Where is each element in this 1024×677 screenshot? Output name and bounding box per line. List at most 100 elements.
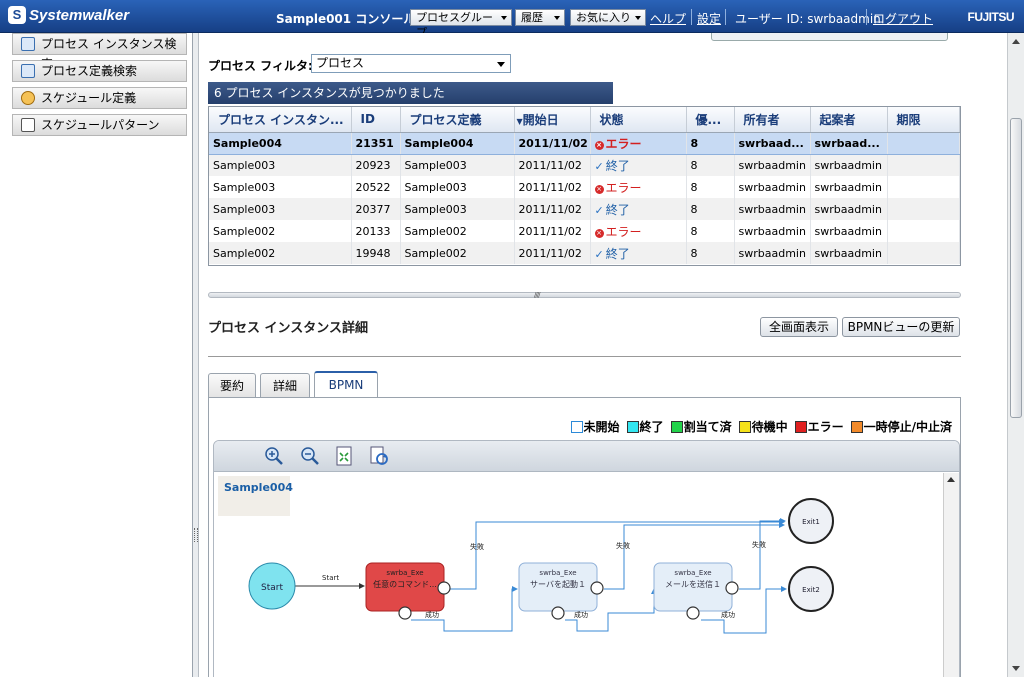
zoom-out-icon[interactable] bbox=[300, 446, 320, 466]
process-group-menu[interactable]: プロセスグループ bbox=[410, 9, 512, 39]
table-row[interactable]: Sample002 19948 Sample002 2011/11/02 ✓ 終了 8 swr… bbox=[209, 242, 960, 264]
history-menu[interactable]: 履歴 bbox=[515, 9, 565, 26]
fit-page-icon[interactable] bbox=[334, 446, 354, 466]
error-icon: × bbox=[594, 228, 604, 238]
bpmn-task-2[interactable]: swrba_Exe サーバを起動１ bbox=[518, 562, 604, 620]
refresh-bpmn-button[interactable]: BPMNビューの更新 bbox=[842, 317, 960, 337]
cell-owner: swrbaadmin bbox=[734, 198, 811, 220]
top-header: S Systemwalker Sample001 コンソール プロセスグループ … bbox=[0, 0, 1024, 39]
scroll-up-icon[interactable] bbox=[947, 477, 955, 482]
check-icon: ✓ bbox=[594, 247, 604, 261]
column-header-instance-name[interactable]: プロセス インスタン... bbox=[209, 107, 352, 133]
refresh-view-icon[interactable] bbox=[369, 446, 389, 466]
column-header-deadline[interactable]: 期限 bbox=[887, 107, 960, 133]
tab-bpmn[interactable]: BPMN bbox=[314, 371, 378, 398]
divider bbox=[208, 356, 961, 357]
favorites-menu[interactable]: お気に入り bbox=[570, 9, 646, 26]
bpmn-vertical-scrollbar[interactable] bbox=[943, 473, 959, 677]
scroll-thumb[interactable] bbox=[1010, 118, 1022, 418]
cell-start-date: 2011/11/02 bbox=[514, 131, 591, 155]
bpmn-exit1-event[interactable]: Exit1 bbox=[788, 498, 834, 544]
legend-label: 待機中 bbox=[751, 420, 788, 434]
status-text: エラー bbox=[605, 180, 642, 195]
page-vertical-scrollbar[interactable] bbox=[1007, 33, 1024, 677]
scroll-up-icon[interactable] bbox=[1012, 39, 1020, 44]
task-type-label: swrba_Exe bbox=[674, 569, 711, 577]
legend-swatch bbox=[626, 420, 639, 433]
cell-priority: 8 bbox=[686, 131, 735, 155]
status-text: 終了 bbox=[605, 158, 630, 173]
cell-status: ✓ 終了 bbox=[590, 198, 687, 220]
column-header-status[interactable]: 状態 bbox=[590, 107, 687, 133]
cell-initiator: swrbaadmin bbox=[810, 176, 888, 198]
left-sidebar: プロセス インスタンス検索 プロセス定義検索 スケジュール定義 スケジュールパタ… bbox=[0, 33, 193, 677]
settings-link[interactable]: 設定 bbox=[697, 10, 721, 27]
status-text: 終了 bbox=[605, 246, 630, 261]
cell-status: ✓ 終了 bbox=[590, 154, 687, 176]
cell-start-date: 2011/11/02 bbox=[514, 242, 591, 264]
table-row[interactable]: Sample002 20133 Sample002 2011/11/02 × エラー 8 sw… bbox=[209, 220, 960, 242]
cell-status: × エラー bbox=[590, 220, 687, 242]
table-row[interactable]: Sample003 20377 Sample003 2011/11/02 ✓ 終了 8 swr… bbox=[209, 198, 960, 220]
sidebar-item-instance-search[interactable]: プロセス インスタンス検索 bbox=[12, 33, 187, 71]
scroll-down-icon[interactable] bbox=[1012, 666, 1020, 671]
bpmn-viewer: Sample004 Start Start swrba_Exe 任意のコマンド.… bbox=[213, 440, 960, 677]
cell-start-date: 2011/11/02 bbox=[514, 220, 591, 242]
cell-initiator: swrbaad... bbox=[810, 131, 888, 155]
table-row[interactable]: Sample004 21351 Sample004 2011/11/02 × エラー 8 sw… bbox=[209, 131, 960, 155]
zoom-in-icon[interactable] bbox=[264, 446, 284, 466]
process-filter-select[interactable]: プロセス bbox=[311, 54, 511, 73]
column-header-process-definition[interactable]: プロセス定義 bbox=[400, 107, 515, 133]
sidebar-item-schedule-definition[interactable]: スケジュール定義 bbox=[12, 87, 187, 109]
cell-start-date: 2011/11/02 bbox=[514, 198, 591, 220]
column-header-owner[interactable]: 所有者 bbox=[734, 107, 811, 133]
legend-label: 割当て済 bbox=[683, 420, 732, 434]
header-separator bbox=[691, 9, 692, 25]
sidebar-item-schedule-pattern[interactable]: スケジュールパターン bbox=[12, 114, 187, 136]
search-list-icon bbox=[21, 37, 35, 51]
bpmn-start-event[interactable]: Start bbox=[248, 562, 296, 610]
cell-process-definition: Sample003 bbox=[400, 154, 515, 176]
instance-detail-title: プロセス インスタンス詳細 bbox=[208, 321, 369, 336]
tab-summary[interactable]: 要約 bbox=[208, 373, 256, 398]
sidebar-item-definition-search[interactable]: プロセス定義検索 bbox=[12, 60, 187, 82]
column-header-priority[interactable]: 優... bbox=[686, 107, 735, 133]
column-header-initiator[interactable]: 起案者 bbox=[810, 107, 888, 133]
status-text: エラー bbox=[605, 136, 642, 151]
start-edge-label: Start bbox=[322, 574, 339, 582]
sidebar-item-label: スケジュール定義 bbox=[41, 91, 137, 105]
legend-swatch bbox=[794, 420, 807, 433]
fail-label: 失敗 bbox=[616, 541, 630, 550]
fullscreen-button[interactable]: 全画面表示 bbox=[760, 317, 838, 337]
legend-suspended: 一時停止/中止済 bbox=[850, 418, 952, 435]
column-header-id[interactable]: ID bbox=[351, 107, 401, 133]
fail-label: 失敗 bbox=[470, 542, 484, 551]
splitter-grip-icon[interactable]: //// bbox=[534, 292, 541, 299]
cell-deadline bbox=[887, 176, 960, 198]
cell-deadline bbox=[887, 242, 960, 264]
cell-priority: 8 bbox=[686, 154, 735, 176]
column-header-start-date[interactable]: ▼開始日 bbox=[514, 107, 591, 133]
legend-waiting: 待機中 bbox=[738, 418, 788, 435]
horizontal-splitter[interactable]: //// bbox=[208, 292, 961, 299]
table-row[interactable]: Sample003 20522 Sample003 2011/11/02 × エラー 8 sw… bbox=[209, 176, 960, 198]
clock-icon bbox=[21, 91, 35, 105]
cell-process-definition: Sample004 bbox=[400, 131, 515, 155]
splitter-grip-icon[interactable] bbox=[194, 528, 198, 542]
table-row[interactable]: Sample003 20923 Sample003 2011/11/02 ✓ 終了 8 swr… bbox=[209, 154, 960, 176]
legend-label: 終了 bbox=[639, 420, 664, 434]
cell-deadline bbox=[887, 131, 960, 155]
status-text: 終了 bbox=[605, 202, 630, 217]
cell-instance-name: Sample003 bbox=[209, 154, 352, 176]
tab-details[interactable]: 詳細 bbox=[260, 373, 310, 398]
legend-swatch bbox=[570, 420, 583, 433]
clipped-toolbar-buttons[interactable] bbox=[711, 33, 948, 41]
legend-label: 一時停止/中止済 bbox=[863, 420, 952, 434]
systemwalker-logo: S Systemwalker bbox=[8, 6, 129, 24]
help-link[interactable]: ヘルプ bbox=[650, 10, 686, 27]
logout-link[interactable]: ログアウト bbox=[873, 10, 933, 27]
legend-label: エラー bbox=[807, 420, 844, 434]
legend-assigned: 割当て済 bbox=[670, 418, 732, 435]
bpmn-exit2-event[interactable]: Exit2 bbox=[788, 566, 834, 612]
legend-finished: 終了 bbox=[626, 418, 664, 435]
